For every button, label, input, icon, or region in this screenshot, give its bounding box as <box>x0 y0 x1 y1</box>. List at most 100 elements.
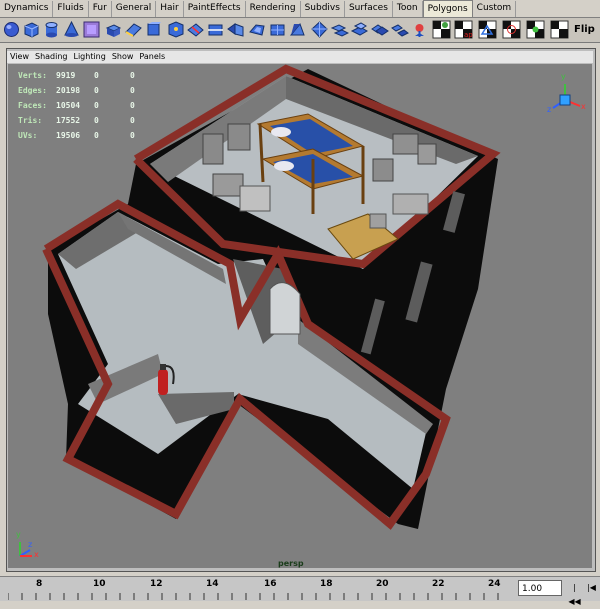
hud-value: 17552 <box>56 116 81 125</box>
go-to-start-button[interactable]: |◀◀ <box>568 581 581 606</box>
hud-label: Faces: <box>18 101 47 110</box>
panel-menu-shading[interactable]: Shading <box>32 51 71 63</box>
spherical-uv-icon[interactable] <box>502 20 521 39</box>
timeline-tick-label: 16 <box>264 579 277 589</box>
shelf-tab-fluids[interactable]: Fluids <box>53 1 89 17</box>
panel-menu-show[interactable]: Show <box>109 51 137 63</box>
separate-icon[interactable] <box>390 20 409 39</box>
hud-label: Edges: <box>18 86 47 95</box>
shelf-tab-rendering[interactable]: Rendering <box>246 1 301 17</box>
poly-plane-icon[interactable] <box>82 20 101 39</box>
computer-monitor <box>369 213 387 229</box>
append-polygon-icon[interactable] <box>226 20 245 39</box>
timeline-tick-label: 12 <box>150 579 163 589</box>
subdivide-icon[interactable] <box>268 20 287 39</box>
time-slider[interactable]: 8 10 12 14 16 18 20 22 24 1.00 |◀◀ |◀ <box>0 576 600 606</box>
timeline-tick-label: 20 <box>376 579 389 589</box>
view-cube-gizmo[interactable] <box>552 84 581 109</box>
equipment-console <box>212 173 244 197</box>
origin-x-label: x <box>34 550 39 559</box>
hud-row: Faces: 10504 0 0 <box>18 98 166 113</box>
extract-icon[interactable] <box>350 20 369 39</box>
poly-sphere-icon[interactable] <box>2 20 21 39</box>
panel-menu-view[interactable]: View <box>7 51 32 63</box>
uv-layout-icon[interactable] <box>526 20 545 39</box>
poly-cone-icon[interactable] <box>62 20 81 39</box>
time-slider-ticks <box>8 593 499 600</box>
shelf-tab-custom[interactable]: Custom <box>473 1 517 17</box>
uv-grid-icon[interactable] <box>550 20 569 39</box>
view-cube-z-label: z <box>547 105 552 114</box>
duplicate-face-icon[interactable] <box>330 20 350 39</box>
wedge-faces-icon[interactable] <box>288 20 307 39</box>
shelf-tab-subdivs[interactable]: Subdivs <box>301 1 345 17</box>
shelf-tab-general[interactable]: General <box>112 1 157 17</box>
panel-menubar: View Shading Lighting Show Panels <box>7 51 593 63</box>
hud-comp: 0 <box>130 71 135 80</box>
automatic-uv-icon[interactable]: ap <box>454 20 473 39</box>
hud-row: Tris: 17552 0 0 <box>18 113 166 128</box>
hud-row: Edges: 20198 0 0 <box>18 83 166 98</box>
extrude-face-icon[interactable] <box>104 20 123 39</box>
hud-comp: 0 <box>130 131 135 140</box>
poke-faces-icon[interactable] <box>310 20 329 39</box>
split-polygon-icon[interactable] <box>186 20 205 39</box>
shelf-tab-painteffects[interactable]: PaintEffects <box>184 1 246 17</box>
cylindrical-uv-icon[interactable] <box>432 20 451 39</box>
timeline-tick-label: 10 <box>93 579 106 589</box>
origin-y-label: y <box>16 530 21 539</box>
smooth-icon[interactable] <box>248 20 267 39</box>
shelf-tab-toon[interactable]: Toon <box>393 1 423 17</box>
hud-comp: 0 <box>130 116 135 125</box>
extrude-edge-icon[interactable] <box>124 20 143 39</box>
svg-text:ap: ap <box>464 31 473 39</box>
panel-menu-panels[interactable]: Panels <box>136 51 168 63</box>
step-back-button[interactable]: |◀ <box>585 581 598 595</box>
bevel-icon[interactable] <box>144 20 163 39</box>
poly-cube-icon[interactable] <box>22 20 41 39</box>
camera-label: persp <box>278 559 304 568</box>
wall-unit <box>392 133 419 155</box>
shelf-tabs: Dynamics Fluids Fur General Hair PaintEffects… <box>0 0 600 18</box>
hud-sel: 0 <box>94 86 99 95</box>
shelf-tab-polygons[interactable]: Polygons <box>422 0 473 17</box>
wall-panel <box>202 133 224 165</box>
shelf-tab-fur[interactable]: Fur <box>89 1 112 17</box>
hud-sel: 0 <box>94 116 99 125</box>
view-cube-x-label: x <box>581 102 586 111</box>
move-pivot-icon[interactable] <box>410 20 429 39</box>
shelf-tab-hair[interactable]: Hair <box>156 1 184 17</box>
flip-uv-button[interactable]: Flip <box>574 21 595 39</box>
combine-icon[interactable] <box>370 20 389 39</box>
hud-sel: 0 <box>94 101 99 110</box>
hud-value: 10504 <box>56 101 81 110</box>
timeline-tick-label: 18 <box>320 579 333 589</box>
timeline-tick-label: 8 <box>36 579 43 589</box>
doorway-arch <box>269 282 301 335</box>
current-frame-field[interactable]: 1.00 <box>518 580 562 596</box>
shelf-tab-dynamics[interactable]: Dynamics <box>0 1 54 17</box>
panel-menu-lighting[interactable]: Lighting <box>70 51 108 63</box>
merge-vertices-icon[interactable] <box>166 20 185 39</box>
planar-uv-icon[interactable] <box>478 20 497 39</box>
cut-faces-icon[interactable] <box>206 20 225 39</box>
hud-value: 20198 <box>56 86 81 95</box>
hud-comp: 0 <box>130 86 135 95</box>
hud-sel: 0 <box>94 71 99 80</box>
timeline-tick-label: 22 <box>432 579 445 589</box>
hud-row: Verts: 9919 0 0 <box>18 68 166 83</box>
poly-cylinder-icon[interactable] <box>42 20 61 39</box>
hud-label: Tris: <box>18 116 43 125</box>
perspective-viewport[interactable]: y z x y z x Verts: 9919 0 0 Edges: 20198 0 0 Fac… <box>8 64 592 568</box>
hud-comp: 0 <box>130 101 135 110</box>
shelf-toolbar: ap Flip <box>0 18 600 43</box>
origin-z-label: z <box>28 540 33 549</box>
shelf-tab-surfaces[interactable]: Surfaces <box>345 1 393 17</box>
timeline-tick-label: 24 <box>488 579 501 589</box>
hud-label: UVs: <box>18 131 38 140</box>
view-cube-y-label: y <box>561 72 566 81</box>
shelf-unit <box>392 193 429 215</box>
hud-sel: 0 <box>94 131 99 140</box>
poly-count-hud: Verts: 9919 0 0 Edges: 20198 0 0 Faces: 10504 0 0 Tr… <box>18 68 166 143</box>
hud-row: UVs: 19506 0 0 <box>18 128 166 143</box>
